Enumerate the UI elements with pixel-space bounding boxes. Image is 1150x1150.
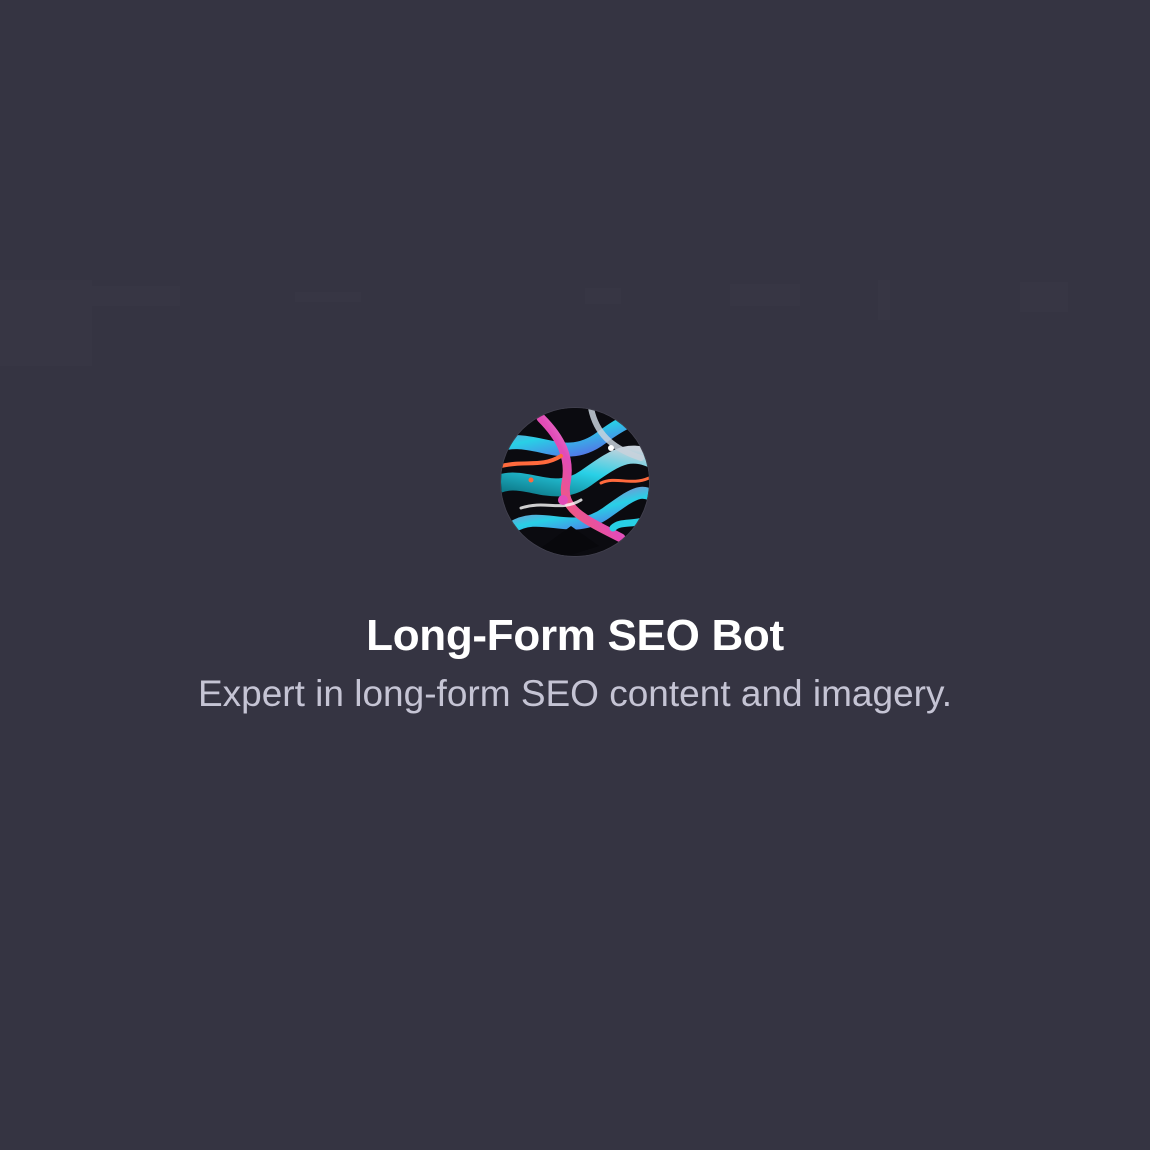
gpt-description: Expert in long-form SEO content and imag… bbox=[197, 673, 953, 714]
gpt-intro-screen: Long-Form SEO Bot Expert in long-form SE… bbox=[0, 0, 1150, 1150]
gpt-avatar bbox=[501, 408, 649, 556]
background-decoration bbox=[0, 270, 1150, 370]
gpt-hero: Long-Form SEO Bot Expert in long-form SE… bbox=[0, 408, 1150, 716]
gpt-title: Long-Form SEO Bot bbox=[366, 611, 784, 660]
abstract-neon-swirl-avatar-icon bbox=[501, 408, 649, 556]
